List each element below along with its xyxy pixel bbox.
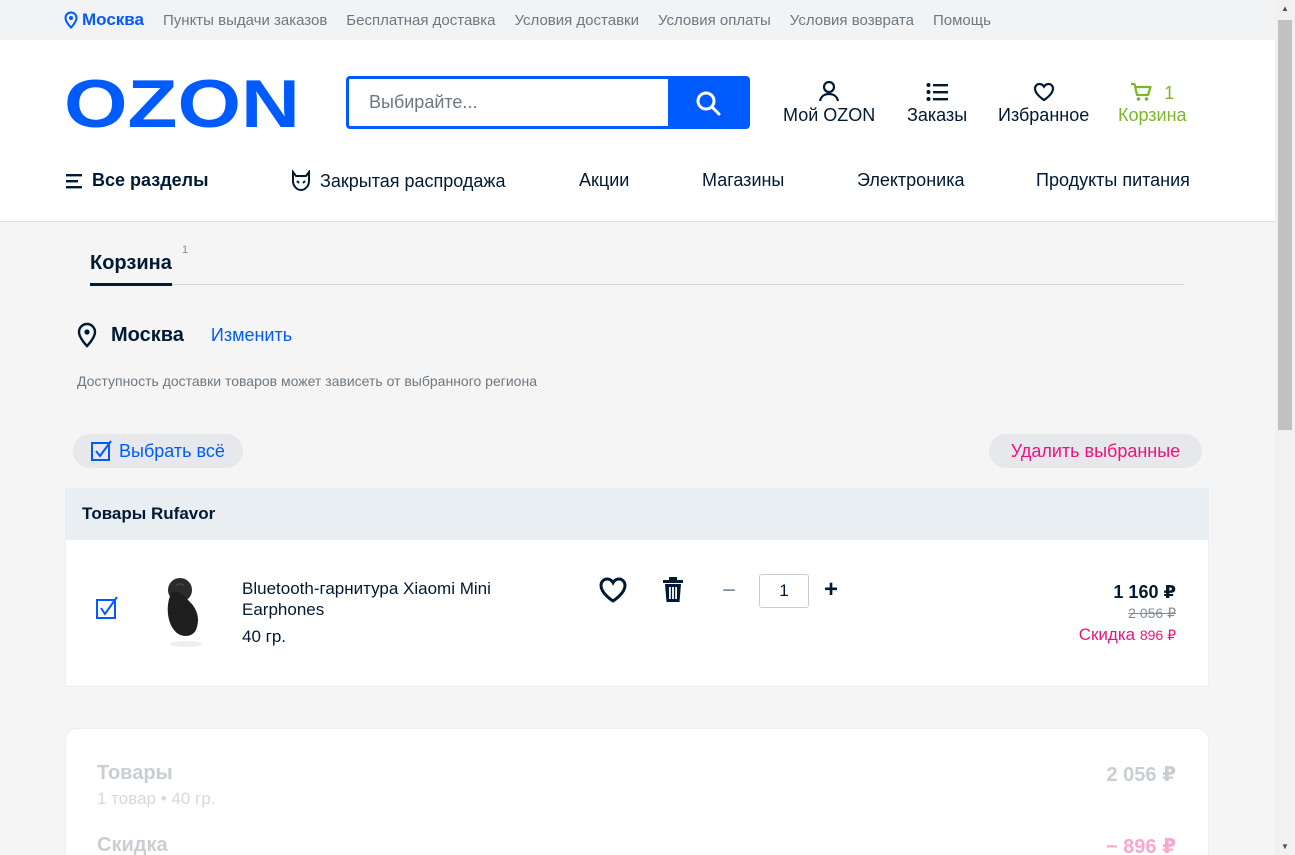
scrollbar-thumb[interactable]	[1278, 20, 1292, 430]
svg-text:OZON: OZON	[64, 78, 300, 130]
link-free-delivery[interactable]: Бесплатная доставка	[346, 12, 495, 29]
city-name: Москва	[82, 10, 144, 29]
link-delivery-terms[interactable]: Условия доставки	[515, 12, 639, 29]
region-name: Москва	[111, 323, 184, 346]
city-selector[interactable]: Москва	[64, 10, 144, 30]
top-links: Пункты выдачи заказов Бесплатная доставк…	[163, 12, 991, 29]
delete-selected-label: Удалить выбранные	[1010, 440, 1181, 461]
scroll-up-arrow-icon[interactable]: ▲	[1275, 0, 1295, 17]
fox-mask-icon	[292, 170, 310, 192]
cart-button[interactable]: 1 Корзина	[1118, 82, 1187, 126]
top-info-bar: Москва Пункты выдачи заказов Бесплатная …	[0, 0, 1275, 40]
select-all-button[interactable]: Выбрать всё	[73, 434, 243, 468]
orders-button[interactable]: Заказы	[907, 82, 967, 126]
all-sections-button[interactable]: Все разделы	[66, 170, 208, 191]
nav-closed-sale-label: Закрытая распродажа	[320, 170, 506, 191]
search-icon	[696, 91, 720, 115]
tab-cart[interactable]: Корзина	[90, 252, 172, 286]
cart-count-badge: 1	[1164, 83, 1175, 103]
heart-icon[interactable]	[598, 576, 628, 604]
trash-icon[interactable]	[662, 577, 684, 603]
checkbox-checked-icon	[91, 440, 112, 461]
product-discount: Скидка 896 ₽	[1079, 625, 1176, 645]
nav-electronics-label: Электроника	[857, 170, 965, 190]
summary-discount-label: Скидка	[97, 834, 168, 855]
discount-label: Скидка	[1078, 625, 1136, 644]
heart-icon	[1033, 82, 1054, 102]
favorites-button[interactable]: Избранное	[998, 82, 1089, 126]
delivery-region: Москва Изменить	[77, 322, 292, 348]
seller-header: Товары Rufavor	[65, 488, 1209, 540]
quantity-input[interactable]	[759, 574, 809, 608]
my-ozon-button[interactable]: Мой OZON	[783, 80, 875, 126]
user-icon	[819, 80, 840, 102]
nav-electronics[interactable]: Электроника	[857, 170, 964, 191]
decrease-quantity-button[interactable]: −	[722, 579, 736, 603]
site-header: OZON Мой OZON Заказы Избранное	[0, 40, 1275, 222]
nav-food[interactable]: Продукты питания	[1036, 170, 1190, 191]
product-weight: 40 гр.	[242, 627, 287, 646]
orders-label: Заказы	[907, 105, 968, 125]
discount-value: 896 ₽	[1139, 627, 1176, 643]
link-payment-terms[interactable]: Условия оплаты	[658, 12, 771, 29]
cart-item: Bluetooth-гарнитура Xiaomi Mini Earphone…	[65, 540, 1209, 687]
location-pin-icon	[77, 322, 97, 348]
product-image[interactable]	[146, 570, 224, 650]
increase-quantity-button[interactable]: +	[824, 578, 838, 602]
link-help[interactable]: Помощь	[933, 12, 991, 29]
nav-promotions-label: Акции	[579, 170, 630, 190]
category-nav: Все разделы Закрытая распродажа Акции Ма…	[0, 170, 1275, 194]
nav-shops-label: Магазины	[702, 170, 785, 190]
select-all-label: Выбрать всё	[119, 440, 225, 461]
item-checkbox[interactable]	[96, 596, 120, 620]
product-price: 1 160 ₽	[1113, 582, 1176, 602]
summary-goods-label: Товары	[97, 762, 173, 784]
summary-goods-value: 2 056 ₽	[1106, 764, 1176, 786]
tab-cart-count: 1	[182, 244, 189, 256]
all-sections-label: Все разделы	[92, 170, 209, 190]
delete-selected-button[interactable]: Удалить выбранные	[989, 434, 1202, 468]
region-note: Доступность доставки товаров может завис…	[77, 373, 537, 389]
cart-icon	[1131, 82, 1152, 101]
nav-promotions[interactable]: Акции	[579, 170, 629, 191]
seller-name: Товары Rufavor	[82, 504, 216, 523]
link-pickup-points[interactable]: Пункты выдачи заказов	[163, 12, 327, 29]
nav-shops[interactable]: Магазины	[702, 170, 784, 191]
hamburger-menu-icon	[66, 173, 82, 188]
cart-tabs: Корзина 1	[90, 244, 1184, 286]
order-summary: Товары 1 товар • 40 гр. 2 056 ₽ Скидка −…	[65, 728, 1209, 855]
change-region-link[interactable]: Изменить	[211, 325, 292, 346]
summary-goods-sub: 1 товар • 40 гр.	[97, 789, 216, 808]
cart-label: Корзина	[1118, 105, 1187, 125]
list-icon	[926, 83, 949, 101]
my-ozon-label: Мой OZON	[783, 105, 876, 125]
search-input[interactable]	[349, 79, 671, 126]
summary-discount-value: − 896 ₽	[1105, 836, 1176, 855]
link-return-terms[interactable]: Условия возврата	[790, 12, 914, 29]
page-scrollbar[interactable]: ▲ ▼	[1275, 0, 1295, 855]
nav-food-label: Продукты питания	[1036, 170, 1190, 190]
location-pin-icon	[64, 11, 78, 29]
product-old-price: 2 056 ₽	[1128, 605, 1176, 621]
search-button[interactable]	[668, 79, 747, 126]
product-title[interactable]: Bluetooth-гарнитура Xiaomi Mini Earphone…	[242, 578, 542, 620]
search-bar	[346, 76, 750, 129]
scroll-down-arrow-icon[interactable]: ▼	[1275, 838, 1295, 855]
favorites-label: Избранное	[998, 105, 1090, 125]
ozon-logo[interactable]: OZON	[64, 78, 300, 130]
nav-closed-sale[interactable]: Закрытая распродажа	[290, 170, 505, 192]
